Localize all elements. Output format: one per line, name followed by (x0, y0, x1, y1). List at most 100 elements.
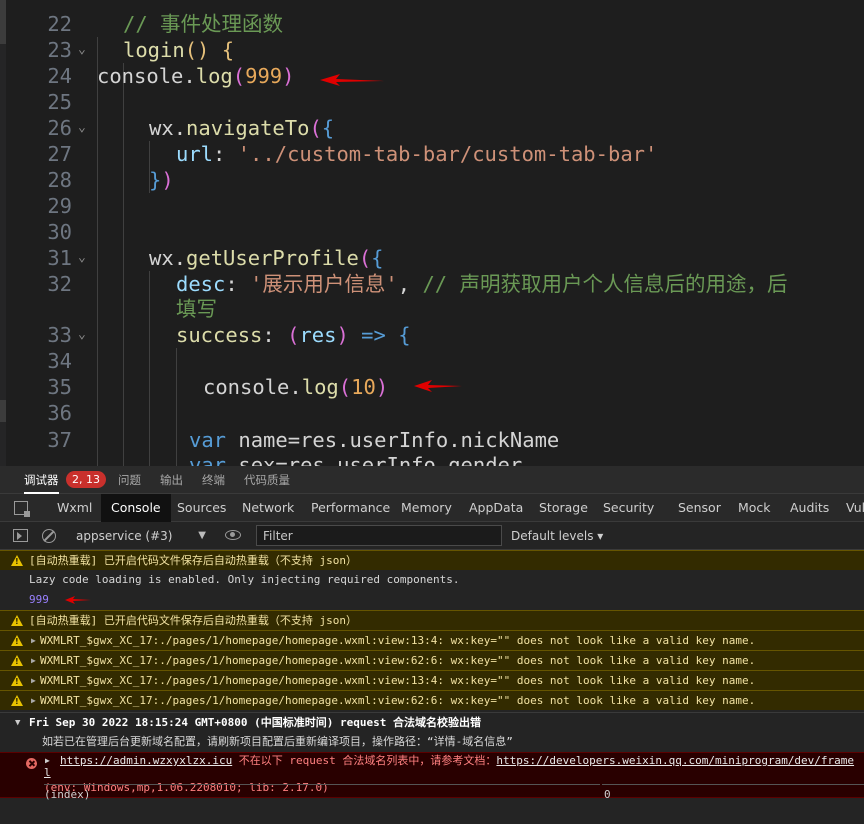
inspect-element-icon[interactable] (14, 501, 30, 517)
tab-appdata[interactable]: AppData (469, 494, 523, 522)
console-warning-row[interactable]: [自动热重载] 已开启代码文件保存后自动热重载（不支持 json） (0, 610, 864, 630)
code-line-success[interactable]: 33 ⌄ success: (res) => { (0, 322, 864, 348)
tab-sensor[interactable]: Sensor (678, 494, 721, 522)
live-expression-eye-icon[interactable] (225, 530, 241, 540)
code-text: wx.getUserProfile({ (149, 245, 384, 271)
code-line-login[interactable]: 23 ⌄ login() { (0, 37, 864, 63)
error-icon (26, 758, 37, 769)
tab-network[interactable]: Network (242, 494, 294, 522)
debugger-top-tabs: 调试器 2, 13 问题 输出 终端 代码质量 (0, 466, 864, 494)
code-line-navigate-to[interactable]: 26 ⌄ wx.navigateTo({ (0, 115, 864, 141)
show-sidebar-icon[interactable] (13, 529, 28, 542)
devtools-tabs: Wxml Console Sources Network Performance… (0, 494, 864, 522)
code-line-empty[interactable]: 25 (0, 89, 864, 115)
expand-triangle-icon[interactable]: ▶ (31, 651, 36, 670)
console-warning-row[interactable]: ▶ WXMLRT_$gwx_XC_17:./pages/1/homepage/h… (0, 670, 864, 690)
console-message-text: WXMLRT_$gwx_XC_17:./pages/1/homepage/hom… (40, 654, 756, 667)
tab-console[interactable]: Console (101, 494, 171, 522)
code-line-desc[interactable]: 32 desc: '展示用户信息', // 声明获取用户个人信息后的用途，后 (0, 271, 864, 297)
collapse-triangle-icon[interactable]: ▼ (15, 713, 20, 732)
code-text: // 事件处理函数 (123, 11, 283, 37)
line-number: 30 (47, 220, 72, 244)
tab-issues[interactable]: 问题 (118, 466, 141, 494)
tab-performance[interactable]: Performance (311, 494, 390, 522)
clear-console-icon[interactable] (42, 529, 56, 543)
error-doc-link[interactable]: https://developers.weixin.qq.com/minipro… (496, 754, 854, 767)
warning-icon (11, 675, 23, 686)
console-hint-row: 如若已在管理后台更新域名配置，请刷新项目配置后重新编译项目，操作路径：“详情-域… (0, 732, 864, 752)
expand-triangle-icon[interactable]: ▶ (31, 691, 36, 710)
code-token: 填写 (176, 297, 217, 321)
code-line-close-navigate[interactable]: 28}) (0, 167, 864, 193)
console-group-header[interactable]: ▼ Fri Sep 30 2022 18:15:24 GMT+0800 (中国标… (0, 712, 864, 732)
code-token: '展示用户信息' (250, 272, 398, 296)
code-text: var sex=res.userInfo.gender (189, 452, 522, 466)
code-line-url[interactable]: 27 url: '../custom-tab-bar/custom-tab-bar… (0, 141, 864, 167)
code-token: => (361, 323, 386, 347)
tab-storage[interactable]: Storage (539, 494, 588, 522)
code-line-var-sex[interactable]: var sex=res.userInfo.gender (0, 452, 864, 466)
code-token: . (183, 64, 196, 88)
code-line-var-name[interactable]: 37 var name=res.userInfo.nickName (0, 427, 864, 453)
filter-input[interactable] (256, 525, 502, 546)
tab-output[interactable]: 输出 (160, 466, 183, 494)
code-line-empty[interactable]: 36 (0, 400, 864, 426)
code-token: sex=res.userInfo.gender (226, 453, 523, 466)
devtools-panel: 调试器 2, 13 问题 输出 终端 代码质量 Wxml Console Sou… (0, 466, 864, 824)
console-message-text: [自动热重载] 已开启代码文件保存后自动热重载（不支持 json） (29, 614, 357, 627)
chevron-down-icon: ▼ (198, 530, 206, 541)
tab-memory[interactable]: Memory (401, 494, 452, 522)
tab-audits[interactable]: Audits (790, 494, 829, 522)
code-line-empty[interactable]: 30 (0, 219, 864, 245)
code-line-empty[interactable]: 29 (0, 193, 864, 219)
console-warning-row[interactable]: ▶ WXMLRT_$gwx_XC_17:./pages/1/homepage/h… (0, 690, 864, 710)
log-levels-dropdown[interactable]: Default levels ▾ (511, 525, 603, 547)
code-line-desc-wrap[interactable]: 填写 (0, 297, 864, 321)
tab-vulnerability[interactable]: Vul (846, 494, 864, 522)
code-token: : (262, 323, 288, 347)
code-line-get-user-profile[interactable]: 31 ⌄ wx.getUserProfile({ (0, 245, 864, 271)
tab-code-quality[interactable]: 代码质量 (244, 466, 290, 494)
console-info-row[interactable]: Lazy code loading is enabled. Only injec… (0, 570, 864, 590)
code-line-console-log-999[interactable]: 24 console.log(999) (0, 63, 864, 89)
expand-triangle-icon[interactable]: ▶ (45, 756, 50, 765)
expand-triangle-icon[interactable]: ▶ (31, 671, 36, 690)
console-message-text: 如若已在管理后台更新域名配置，请刷新项目配置后重新编译项目，操作路径：“详情-域… (42, 735, 513, 748)
code-token: ( (358, 246, 372, 270)
expand-triangle-icon[interactable]: ▶ (31, 631, 36, 650)
code-token: login (123, 38, 185, 62)
tab-sources[interactable]: Sources (177, 494, 226, 522)
fold-chevron-icon[interactable]: ⌄ (78, 37, 86, 63)
fold-chevron-icon[interactable]: ⌄ (78, 115, 86, 141)
warning-icon (11, 615, 23, 626)
warning-icon (11, 695, 23, 706)
code-token: ) (282, 64, 295, 88)
red-arrow-annotation-icon (65, 596, 91, 604)
table-header-value-label: 0 (604, 788, 611, 801)
fold-chevron-icon[interactable]: ⌄ (78, 245, 86, 271)
line-number: 33 (47, 323, 72, 347)
context-selector[interactable]: appservice (#3) ▼ (70, 525, 212, 547)
line-number: 35 (47, 375, 72, 399)
code-line-empty[interactable]: 34 (0, 348, 864, 374)
error-url-link[interactable]: https://admin.wzxyxlzx.icu (60, 754, 232, 767)
tab-debugger[interactable]: 调试器 (24, 466, 59, 494)
code-line-comment[interactable]: 22 // 事件处理函数 (0, 11, 864, 37)
console-warning-row[interactable]: ▶ WXMLRT_$gwx_XC_17:./pages/1/homepage/h… (0, 630, 864, 650)
fold-chevron-icon[interactable]: ⌄ (78, 322, 86, 348)
code-editor[interactable]: 22// 事件处理函数 23 ⌄ login() {24 console.log(999… (0, 0, 864, 466)
tab-security[interactable]: Security (603, 494, 654, 522)
code-token: wx (149, 116, 174, 140)
code-token: ( (232, 64, 246, 88)
error-message-text: 不在以下 request 合法域名列表中，请参考文档： (232, 754, 497, 767)
tab-wxml[interactable]: Wxml (57, 494, 92, 522)
code-token: ( (338, 375, 352, 399)
error-count-badge: 2, 13 (66, 471, 106, 488)
red-arrow-annotation-icon (320, 74, 384, 86)
console-log-row[interactable]: 999 (0, 590, 864, 610)
tab-terminal[interactable]: 终端 (202, 466, 225, 494)
console-warning-row[interactable]: ▶ WXMLRT_$gwx_XC_17:./pages/1/homepage/h… (0, 650, 864, 670)
tab-mock[interactable]: Mock (738, 494, 771, 522)
console-warning-row[interactable]: [自动热重载] 已开启代码文件保存后自动热重载（不支持 json） (0, 550, 864, 570)
